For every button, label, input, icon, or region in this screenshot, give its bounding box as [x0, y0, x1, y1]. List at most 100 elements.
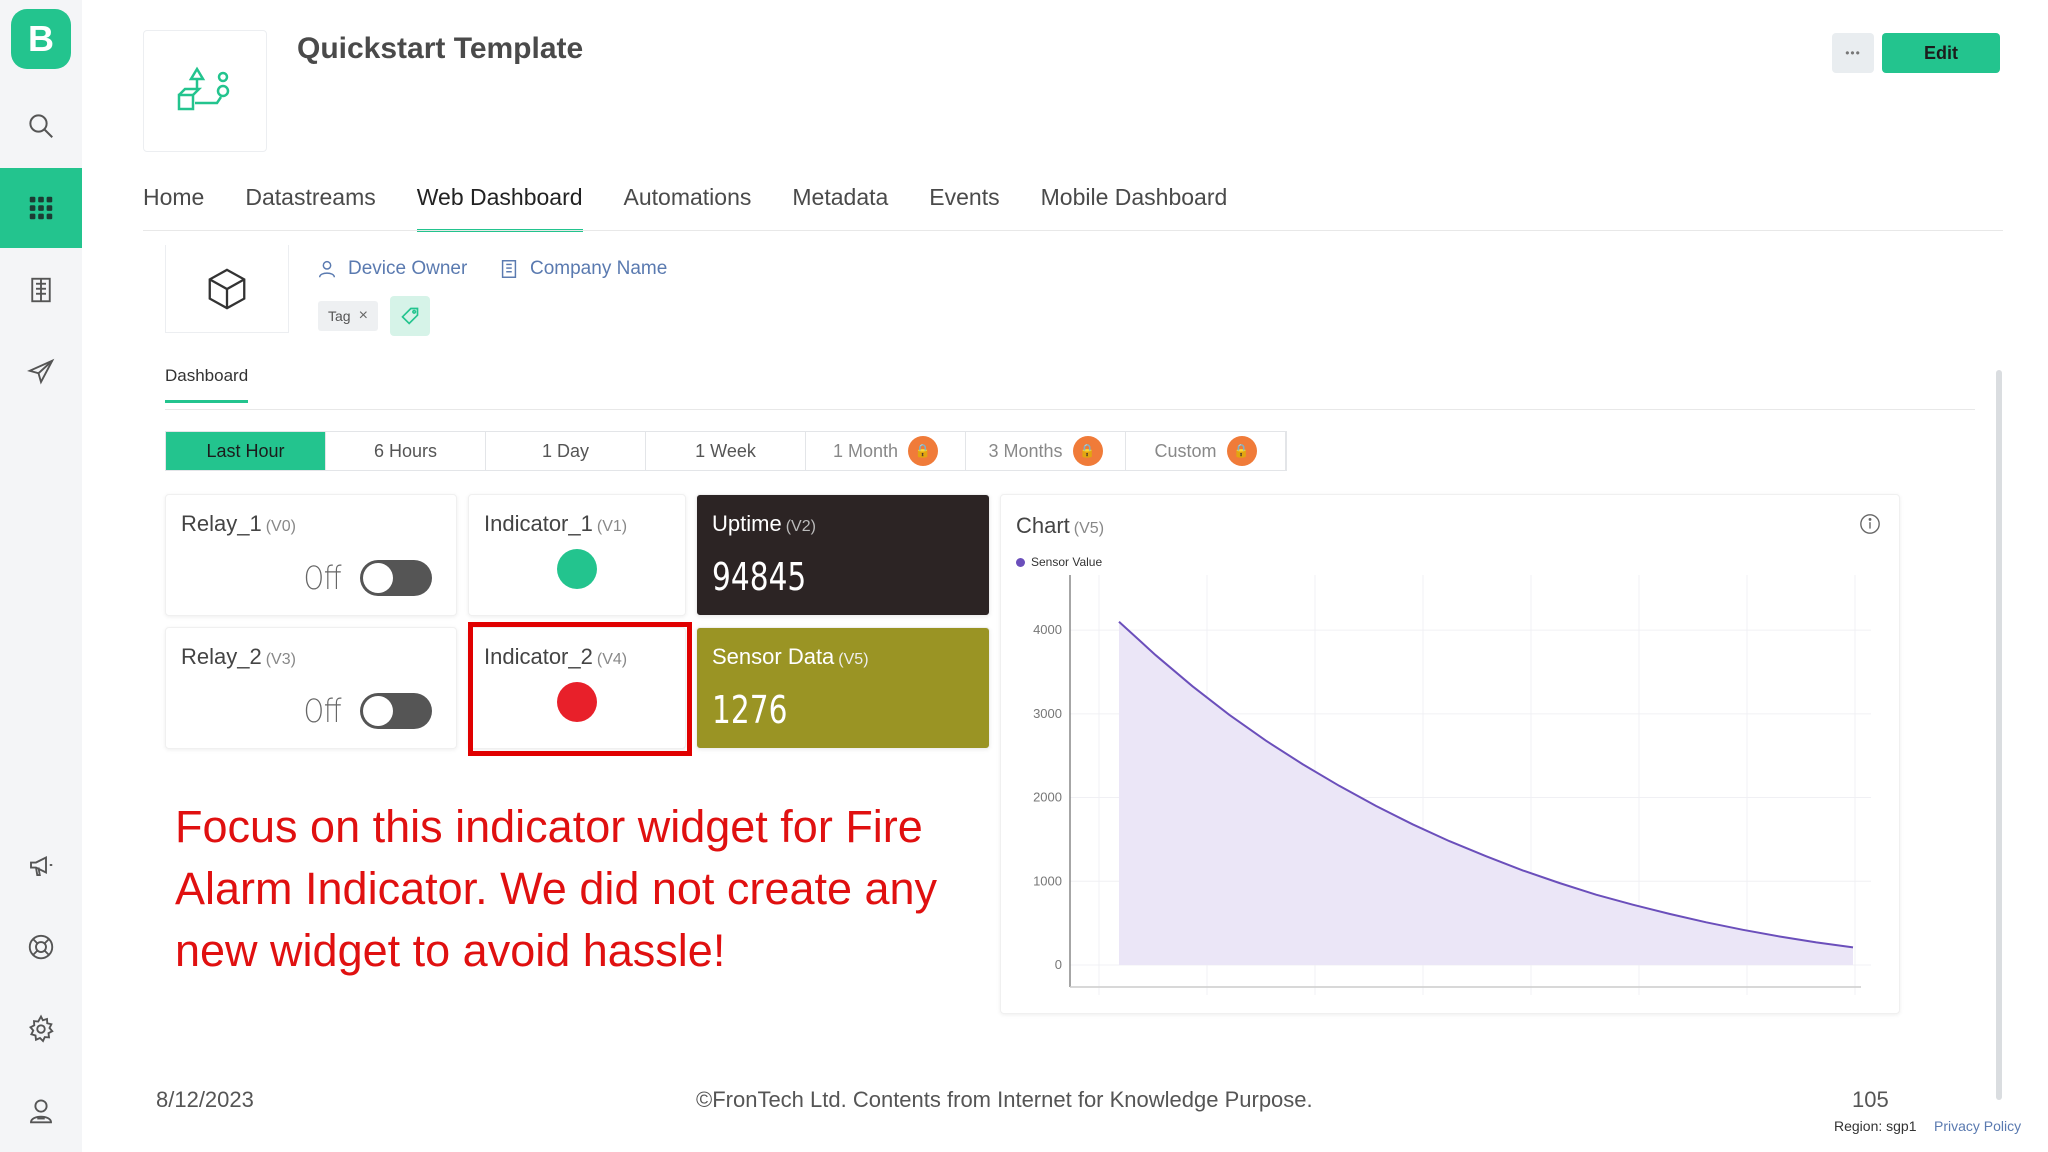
uptime-widget: Uptime (V2) 94845: [696, 494, 990, 616]
tab-events[interactable]: Events: [929, 184, 999, 232]
sensor-title: Sensor Data: [712, 644, 835, 669]
sensor-data-widget: Sensor Data (V5) 1276: [696, 627, 990, 749]
relay-2-state: Off: [303, 692, 342, 730]
range-label: 1 Day: [541, 440, 590, 461]
device-owner-label: Device Owner: [348, 258, 468, 279]
device-image[interactable]: [165, 245, 289, 333]
time-range-selector: Last Hour 6 Hours 1 Day 1 Week 1 Month 🔒 …: [165, 431, 1287, 471]
page-title: Quickstart Template: [297, 32, 584, 65]
series-area: [1119, 621, 1853, 965]
chart-widget: Chart (V5) Sensor Value 0 1000 2000 3000 4000: [1000, 494, 1900, 1014]
megaphone-icon[interactable]: [0, 825, 82, 905]
tag-chip[interactable]: Tag ×: [318, 301, 378, 331]
search-icon[interactable]: [0, 86, 82, 166]
tab-dashboard[interactable]: Dashboard: [165, 366, 249, 403]
gear-icon[interactable]: [0, 989, 82, 1069]
scrollbar[interactable]: [1996, 370, 2002, 1100]
y-tick-label: 0: [1055, 957, 1062, 972]
privacy-policy-link[interactable]: Privacy Policy: [1934, 1118, 2021, 1134]
range-1-day[interactable]: 1 Day: [486, 432, 646, 470]
app-logo[interactable]: B: [11, 9, 71, 69]
uptime-pin: (V2): [785, 518, 816, 535]
tab-datastreams[interactable]: Datastreams: [245, 184, 375, 232]
range-label: Last Hour: [206, 440, 285, 461]
annotation-text: Focus on this indicator widget for Fire …: [175, 801, 938, 976]
lock-icon: 🔒: [908, 436, 939, 466]
relay-2-switch[interactable]: [360, 693, 432, 729]
relay-1-switch[interactable]: [360, 560, 432, 596]
uptime-value: 94845: [712, 555, 807, 599]
chart-plot: 0 1000 2000 3000 4000: [1033, 575, 1871, 995]
person-icon: [318, 260, 336, 278]
widget-title: Uptime (V2): [712, 511, 816, 537]
range-last-hour[interactable]: Last Hour: [166, 432, 326, 470]
uptime-title: Uptime: [712, 511, 782, 536]
close-icon[interactable]: ×: [359, 307, 368, 325]
indicator-1-led: [557, 549, 597, 589]
region-label: Region: sgp1: [1834, 1118, 1917, 1134]
y-tick-label: 2000: [1033, 790, 1062, 805]
widget-title: Relay_2 (V3): [181, 644, 296, 670]
range-label: 1 Month: [832, 440, 899, 461]
widget-title: Relay_1 (V0): [181, 511, 296, 537]
relay-2-title: Relay_2: [181, 644, 262, 669]
lifebuoy-icon[interactable]: [0, 907, 82, 987]
lock-icon: 🔒: [1226, 436, 1257, 466]
more-options-button[interactable]: •••: [1832, 33, 1874, 73]
tag-icon: [401, 307, 419, 325]
y-tick-label: 1000: [1033, 873, 1062, 888]
tab-metadata[interactable]: Metadata: [792, 184, 888, 232]
range-label: 6 Hours: [373, 440, 438, 461]
tab-bar: Home Datastreams Web Dashboard Automatio…: [143, 184, 1268, 232]
indicator-1-widget: Indicator_1 (V1): [468, 494, 686, 616]
tabs-divider: [143, 230, 2003, 231]
sensor-value: 1276: [712, 688, 788, 732]
tag-label: Tag: [328, 308, 351, 324]
sidebar: B: [0, 0, 82, 1152]
indicator-1-pin: (V1): [596, 518, 628, 535]
company-name-label: Company Name: [530, 258, 668, 279]
y-tick-label: 3000: [1033, 706, 1062, 721]
range-label: Custom: [1154, 440, 1217, 461]
company-name-link[interactable]: Company Name: [498, 258, 667, 280]
sensor-pin: (V5): [838, 651, 869, 668]
send-icon[interactable]: [0, 332, 82, 412]
range-3-months[interactable]: 3 Months 🔒: [966, 432, 1126, 470]
footer-copyright: ©FronTech Ltd. Contents from Internet fo…: [696, 1087, 1313, 1112]
tab-home[interactable]: Home: [143, 184, 204, 232]
widget-title: Indicator_1 (V1): [484, 511, 627, 537]
user-icon[interactable]: [0, 1071, 82, 1151]
relay-1-state: Off: [303, 559, 342, 597]
tab-web-dashboard[interactable]: Web Dashboard: [416, 184, 583, 232]
range-label: 3 Months: [988, 440, 1063, 461]
footer-page-number: 105: [1852, 1087, 1889, 1112]
widget-title: Sensor Data (V5): [712, 644, 869, 670]
tag-edit-button[interactable]: [390, 296, 430, 336]
highlight-box: [468, 622, 692, 756]
building-icon: [501, 260, 517, 278]
switch-knob: [363, 563, 393, 593]
range-custom[interactable]: Custom 🔒: [1126, 432, 1286, 470]
tab-mobile-dashboard[interactable]: Mobile Dashboard: [1041, 184, 1228, 232]
edit-button[interactable]: Edit: [1882, 33, 2000, 73]
dashboard-divider: [165, 409, 1975, 410]
relay-1-widget: Relay_1 (V0) Off: [165, 494, 457, 616]
switch-knob: [363, 696, 393, 726]
indicator-1-title: Indicator_1: [484, 511, 593, 536]
range-1-week[interactable]: 1 Week: [646, 432, 806, 470]
range-1-month[interactable]: 1 Month 🔒: [806, 432, 966, 470]
building-icon[interactable]: [0, 250, 82, 330]
relay-2-widget: Relay_2 (V3) Off: [165, 627, 457, 749]
relay-1-pin: (V0): [265, 518, 296, 535]
footer-date: 8/12/2023: [156, 1087, 254, 1112]
range-label: 1 Week: [695, 440, 756, 461]
template-image[interactable]: [143, 30, 267, 152]
lock-icon: 🔒: [1072, 436, 1103, 466]
grid-icon[interactable]: [0, 168, 82, 248]
device-owner-link[interactable]: Device Owner: [316, 258, 467, 280]
range-6-hours[interactable]: 6 Hours: [326, 432, 486, 470]
y-tick-label: 4000: [1033, 622, 1062, 637]
tab-automations[interactable]: Automations: [624, 184, 752, 232]
relay-1-title: Relay_1: [181, 511, 262, 536]
relay-2-pin: (V3): [265, 651, 296, 668]
